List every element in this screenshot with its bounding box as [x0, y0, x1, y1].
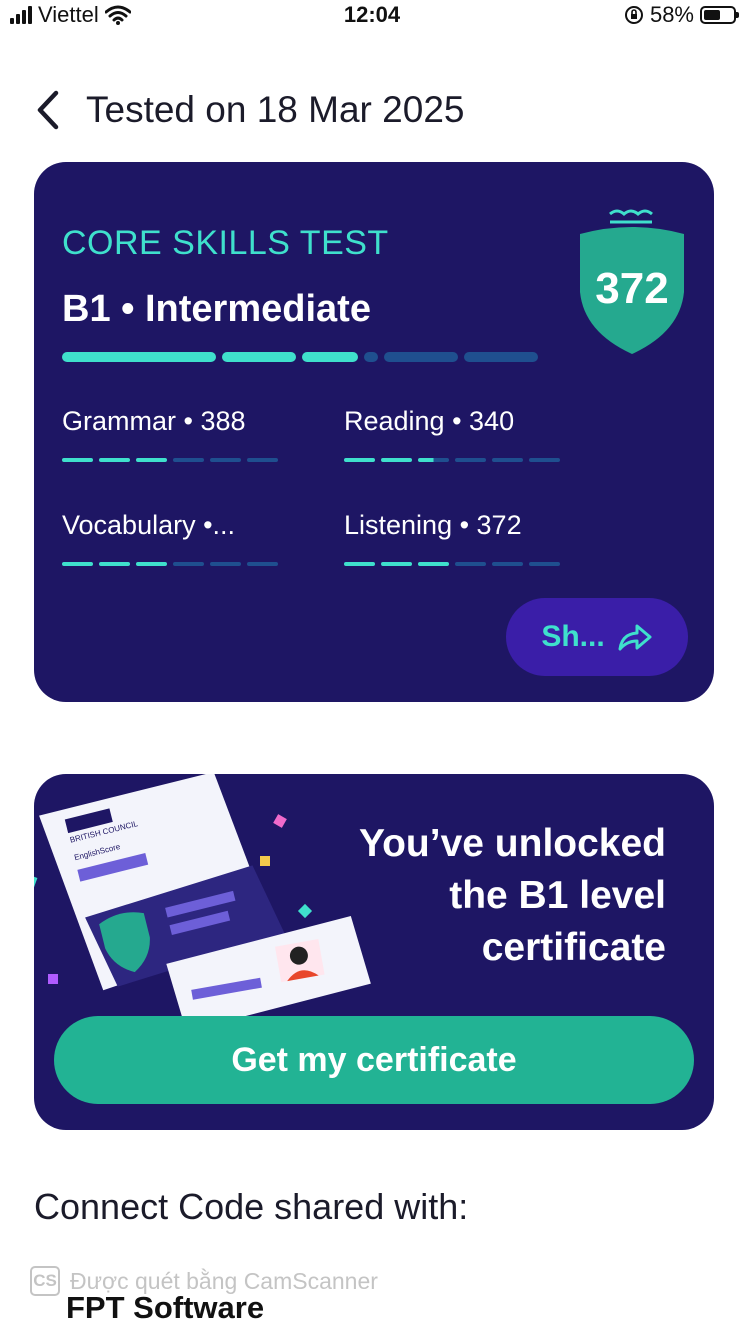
skill-bar-segment — [99, 562, 130, 566]
skill-bar-segment — [455, 458, 486, 462]
rotation-lock-icon — [624, 6, 643, 24]
share-arrow-icon — [618, 624, 652, 651]
progress-segment — [464, 352, 538, 362]
skill-vocabulary-bar — [62, 562, 278, 566]
skill-bar-segment — [136, 562, 167, 566]
skill-reading-bar — [344, 458, 560, 462]
test-name: CORE SKILLS TEST — [62, 224, 389, 262]
battery-percent: 58% — [649, 2, 694, 27]
progress-segment — [384, 352, 458, 362]
test-result-card: CORE SKILLS TEST B1 • Intermediate 372 G… — [34, 162, 714, 702]
skill-bar-segment — [529, 562, 560, 566]
skill-bar-segment — [418, 458, 449, 462]
unlock-line-3: certificate — [481, 926, 666, 969]
skill-bar-segment — [344, 458, 375, 462]
page-header: Tested on 18 Mar 2025 — [26, 86, 464, 134]
skill-bar-segment — [173, 458, 204, 462]
level-label: B1 • Intermediate — [62, 288, 371, 330]
skill-bar-segment — [344, 562, 375, 566]
progress-segment — [222, 352, 296, 362]
skill-grammar-bar — [62, 458, 278, 462]
get-certificate-button[interactable]: Get my certificate — [54, 1016, 694, 1104]
status-right: 58% — [624, 2, 739, 28]
skill-bar-segment — [418, 562, 449, 566]
page-title: Tested on 18 Mar 2025 — [86, 89, 465, 130]
skill-bar-segment — [62, 458, 93, 462]
connected-company[interactable]: FPT Software — [66, 1290, 264, 1326]
skill-bar-segment — [381, 562, 412, 566]
skill-bar-segment — [210, 458, 241, 462]
chevron-left-icon — [37, 90, 59, 130]
skill-bar-segment — [247, 458, 278, 462]
camscanner-logo: CS — [30, 1266, 60, 1296]
progress-segment — [302, 352, 358, 362]
unlock-line-1: You’ve unlocked — [358, 822, 666, 865]
skill-bar-segment — [455, 562, 486, 566]
skill-listening-bar — [344, 562, 560, 566]
skill-bar-segment — [492, 458, 523, 462]
skill-listening: Listening • 372 — [344, 510, 522, 540]
skill-reading: Reading • 340 — [344, 406, 515, 436]
skill-bar-segment — [492, 562, 523, 566]
skill-bar-segment — [210, 562, 241, 566]
certificate-card: BRITISH COUNCIL EnglishScore You’ve unlo… — [34, 774, 714, 1130]
skill-vocabulary: Vocabulary •... — [62, 510, 236, 540]
overall-progress-bar — [62, 352, 538, 362]
back-button[interactable] — [26, 86, 70, 134]
share-label: Sh... — [541, 620, 605, 653]
unlock-message: You’ve unlocked the B1 level certificate — [359, 818, 666, 974]
status-bar: Viettel 12:04 58% — [0, 0, 744, 32]
certificate-illustration: BRITISH COUNCIL EnglishScore — [34, 774, 371, 1016]
overall-score: 372 — [595, 264, 669, 313]
skill-bar-segment — [247, 562, 278, 566]
skill-bar-segment — [529, 458, 560, 462]
skill-grammar: Grammar • 388 — [62, 406, 246, 436]
share-button[interactable]: Sh... — [506, 598, 688, 676]
skill-bar-segment — [173, 562, 204, 566]
progress-segment — [62, 352, 216, 362]
skill-bar-segment — [62, 562, 93, 566]
battery-icon — [700, 6, 739, 24]
progress-segment — [364, 352, 378, 362]
skill-bar-segment — [136, 458, 167, 462]
skill-bar-segment — [99, 458, 130, 462]
unlock-line-2: the B1 level — [449, 874, 666, 917]
connect-heading: Connect Code shared with: — [34, 1186, 469, 1227]
skill-bar-segment — [381, 458, 412, 462]
